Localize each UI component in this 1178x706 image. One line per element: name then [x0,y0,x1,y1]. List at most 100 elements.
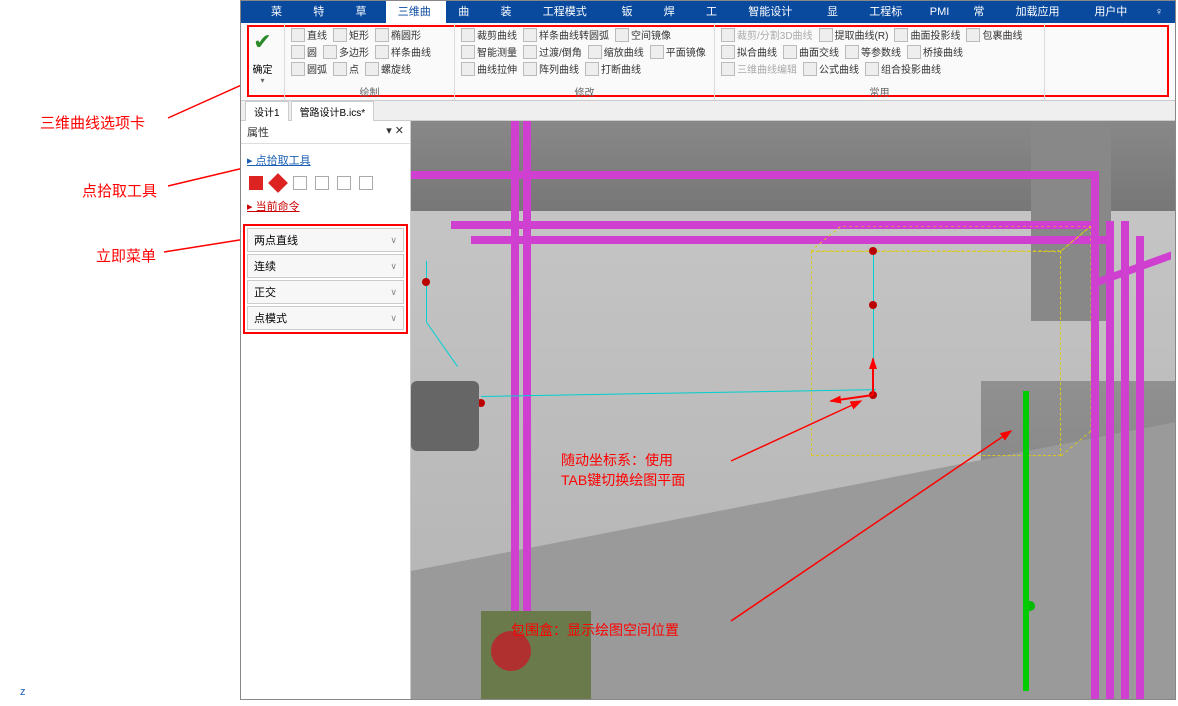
menu-item[interactable]: 焊接 [652,1,694,23]
tool-extract[interactable]: 提取曲线(R) [819,27,889,42]
tool-smart-measure[interactable]: 智能测量 [461,44,517,59]
imm-row-2[interactable]: 连续∨ [247,254,404,278]
tool-point[interactable]: 点 [333,61,359,76]
menu-item[interactable]: PMI [918,1,962,23]
ribbon-group-confirm: ✔ 确定 ▾ [241,23,285,100]
menu-item[interactable]: 显示 [815,1,857,23]
pick-icon-4[interactable] [315,176,329,190]
tool-ellipse[interactable]: 椭圆形 [375,27,421,42]
tool-space-mirror[interactable]: 空间镜像 [615,27,671,42]
menu-item[interactable]: 钣金 [610,1,652,23]
doc-tabs: 设计1 管路设计B.ics* [241,101,1175,121]
menu-item[interactable]: 工具 [694,1,736,23]
imm-row-1[interactable]: 两点直线∨ [247,228,404,252]
tool-polygon[interactable]: 多边形 [323,44,369,59]
tool-plane-mirror[interactable]: 平面镜像 [650,44,706,59]
equipment [411,381,479,451]
point-icon [333,62,347,76]
tool-isoparam[interactable]: 等参数线 [845,44,901,59]
group-label-common: 常用 [715,84,1044,99]
spline-icon [375,45,389,59]
left-panel: 属性▾ ✕ ▸ 点拾取工具 ▸ 当前命令 两点直线∨ 连续∨ 正交∨ 点模式∨ [241,121,411,699]
tool-line[interactable]: 直线 [291,27,327,42]
menu-item[interactable]: 草图 [344,1,386,23]
circle-icon [291,45,305,59]
doc-tab-1[interactable]: 设计1 [245,101,289,121]
menu-item[interactable]: 加载应用程序 [1004,1,1083,23]
line-icon [291,28,305,42]
tool-bridge[interactable]: 桥接曲线 [907,44,963,59]
tool-edit3d: 三维曲线编辑 [721,61,797,76]
tool-surf-proj[interactable]: 曲面投影线 [894,27,960,42]
menu-item-active[interactable]: 三维曲线 [386,1,447,23]
menubar: 菜单 特征 草图 三维曲线 曲面 装配 工程模式零件 钣金 焊接 工具 智能设计… [241,1,1175,23]
tool-rect[interactable]: 矩形 [333,27,369,42]
ribbon-group-common: 裁剪/分割3D曲线 提取曲线(R) 曲面投影线 包裹曲线 拟合曲线 曲面交线 等… [715,23,1045,100]
annotation-coord-sys: 随动坐标系：使用TAB键切换绘图平面 [561,451,685,490]
help-icon[interactable]: ♀ [1143,1,1175,23]
pick-icon-6[interactable] [359,176,373,190]
tool-helix[interactable]: 螺旋线 [365,61,411,76]
menu-item[interactable]: 特征 [301,1,343,23]
tool-stretch[interactable]: 曲线拉伸 [461,61,517,76]
menu-item[interactable]: 菜单 [259,1,301,23]
helix-icon [365,62,379,76]
tool-wrap[interactable]: 包裹曲线 [966,27,1022,42]
pick-icon-1[interactable] [249,176,263,190]
tool-fillet[interactable]: 过渡/倒角 [523,44,582,59]
tool-intersect[interactable]: 曲面交线 [783,44,839,59]
tool-formula[interactable]: 公式曲线 [803,61,859,76]
imm-row-4[interactable]: 点模式∨ [247,306,404,330]
menu-item[interactable]: 用户中心 [1082,1,1143,23]
doc-tab-2[interactable]: 管路设计B.ics* [291,101,375,121]
app-window: 菜单 特征 草图 三维曲线 曲面 装配 工程模式零件 钣金 焊接 工具 智能设计… [240,0,1176,700]
pick-icon-2[interactable] [268,173,288,193]
panel-header: 属性▾ ✕ [241,121,410,144]
annotation-pick-tool: 点拾取工具 [82,180,157,201]
tool-scale[interactable]: 缩放曲线 [588,44,644,59]
workspace: 属性▾ ✕ ▸ 点拾取工具 ▸ 当前命令 两点直线∨ 连续∨ 正交∨ 点模式∨ [241,121,1175,699]
rect-icon [333,28,347,42]
tool-spline-to-arc[interactable]: 样条曲线转圆弧 [523,27,609,42]
group-label-draw: 绘制 [285,84,454,99]
viewport-3d[interactable]: 随动坐标系：使用TAB键切换绘图平面 包围盒：显示绘图空间位置 [411,121,1175,699]
immediate-menu: 两点直线∨ 连续∨ 正交∨ 点模式∨ [243,224,408,334]
section-current[interactable]: ▸ 当前命令 [247,194,404,218]
tool-array[interactable]: 阵列曲线 [523,61,579,76]
group-label-modify: 修改 [455,84,714,99]
section-pick[interactable]: ▸ 点拾取工具 [247,148,404,172]
ribbon: ✔ 确定 ▾ 直线 矩形 椭圆形 圆 多边形 样条曲线 圆弧 点 螺旋线 绘制 … [241,23,1175,101]
annotation-tab: 三维曲线选项卡 [40,112,145,133]
annotation-immediate-menu: 立即菜单 [96,245,156,266]
menu-item[interactable]: 工程标注 [857,1,918,23]
tool-break[interactable]: 打断曲线 [585,61,641,76]
imm-row-3[interactable]: 正交∨ [247,280,404,304]
tool-fit[interactable]: 拟合曲线 [721,44,777,59]
menu-item[interactable]: 智能设计批注 [736,1,815,23]
green-edge [1023,391,1029,691]
node-icon [869,301,877,309]
menu-item[interactable]: 装配 [489,1,531,23]
annotation-bbox: 包围盒：显示绘图空间位置 [511,621,679,641]
confirm-check-icon[interactable]: ✔ [253,29,271,55]
pick-icon-3[interactable] [293,176,307,190]
menu-item[interactable]: 曲面 [446,1,488,23]
node-icon [422,278,430,286]
ellipse-icon [375,28,389,42]
tool-trim[interactable]: 裁剪曲线 [461,27,517,42]
tool-trim3d: 裁剪/分割3D曲线 [721,27,813,42]
arc-icon [291,62,305,76]
pick-tool-icons [247,172,404,194]
node-icon [869,247,877,255]
tool-arc[interactable]: 圆弧 [291,61,327,76]
ribbon-group-modify: 裁剪曲线 样条曲线转圆弧 空间镜像 智能测量 过渡/倒角 缩放曲线 平面镜像 曲… [455,23,715,100]
footer-mark: z [20,686,26,698]
menu-item[interactable]: 工程模式零件 [531,1,610,23]
confirm-label[interactable]: 确定 [253,61,273,76]
tool-spline[interactable]: 样条曲线 [375,44,431,59]
menu-item[interactable]: 常用 [961,1,1003,23]
pick-icon-5[interactable] [337,176,351,190]
tool-circle[interactable]: 圆 [291,44,317,59]
ribbon-group-draw: 直线 矩形 椭圆形 圆 多边形 样条曲线 圆弧 点 螺旋线 绘制 [285,23,455,100]
tool-combine-proj[interactable]: 组合投影曲线 [865,61,941,76]
